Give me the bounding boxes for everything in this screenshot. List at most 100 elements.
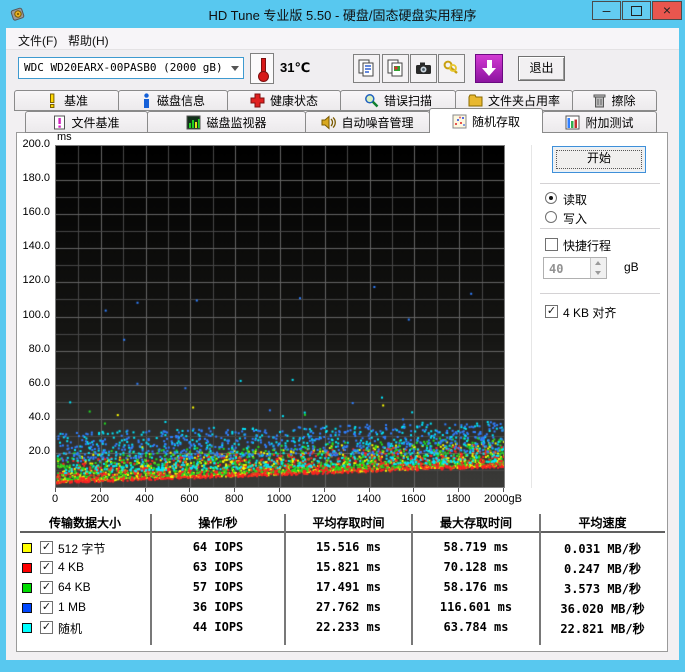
tab-health[interactable]: 健康状态	[227, 90, 341, 111]
file-benchmark-icon	[54, 115, 66, 129]
tab-label: 随机存取	[471, 114, 520, 129]
col-avg-access: 平均存取时间	[312, 516, 385, 530]
random-access-icon	[452, 114, 467, 128]
disk-info-icon	[143, 93, 149, 108]
avg-access-value: 15.821 ms	[315, 560, 382, 574]
exit-button[interactable]: 退出	[518, 56, 565, 81]
iops-value: 36 IOPS	[192, 600, 244, 614]
tab-label: 附加测试	[585, 115, 634, 130]
avg-speed-value: 0.031 MB/秒	[563, 542, 642, 556]
focus-outline	[556, 150, 642, 169]
tab-label: 文件基准	[71, 115, 120, 130]
avg-access-value: 27.762 ms	[315, 600, 382, 614]
series-label: 随机	[58, 622, 83, 636]
minimize-button[interactable]: –	[592, 1, 621, 20]
iops-value: 64 IOPS	[192, 540, 244, 554]
tab-label: 擦除	[611, 94, 636, 108]
tab-label: 磁盘信息	[156, 94, 205, 108]
app-window: HD Tune 专业版 5.50 - 硬盘/固态硬盘实用程序 – × 文件(F)…	[0, 0, 685, 672]
series-label: 512 字节	[58, 542, 106, 556]
max-access-value: 70.128 ms	[443, 560, 509, 574]
max-access-value: 58.719 ms	[443, 540, 509, 554]
tab-erase[interactable]: 擦除	[572, 90, 657, 111]
col-iops: 操作/秒	[198, 516, 238, 530]
minimize-icon: –	[602, 2, 611, 18]
series-checkbox[interactable]: ✓	[40, 541, 53, 554]
menu-help[interactable]: 帮助(H)	[64, 31, 113, 50]
iops-value: 57 IOPS	[192, 580, 244, 594]
tab-label: 自动噪音管理	[341, 115, 414, 130]
iops-value: 44 IOPS	[192, 620, 244, 634]
avg-access-value: 22.233 ms	[315, 620, 382, 634]
short-stroke-checkbox[interactable]	[545, 238, 558, 251]
short-stroke-label: 快捷行程	[563, 239, 612, 253]
align-4kb-checkbox[interactable]: ✓	[545, 305, 558, 318]
write-radio-label: 写入	[563, 212, 588, 226]
screenshot-button[interactable]	[410, 54, 437, 83]
close-button[interactable]: ×	[652, 1, 682, 20]
series-checkbox[interactable]: ✓	[40, 581, 53, 594]
series-label: 64 KB	[58, 580, 91, 594]
col-transfer-size: 传输数据大小	[48, 516, 121, 530]
arrow-up-icon	[595, 261, 601, 265]
avg-speed-value: 3.573 MB/秒	[563, 582, 642, 596]
tab-auto-acoustic[interactable]: 自动噪音管理	[305, 111, 430, 133]
maximize-button[interactable]	[622, 1, 651, 20]
copy-text-button[interactable]	[353, 54, 380, 83]
extra-tests-icon	[565, 115, 580, 129]
checkmark-icon: ✓	[546, 305, 557, 317]
camera-icon	[416, 62, 431, 74]
avg-access-value: 17.491 ms	[315, 580, 382, 594]
benchmark-icon	[49, 93, 55, 108]
col-avg-speed: 平均速度	[578, 516, 627, 530]
series-checkbox[interactable]: ✓	[40, 621, 53, 634]
close-icon: ×	[662, 2, 672, 18]
tab-random-access[interactable]: 随机存取	[429, 108, 543, 133]
series-color-swatch	[22, 603, 32, 613]
separator	[540, 293, 660, 294]
tab-benchmark[interactable]: 基准	[14, 90, 119, 111]
tab-label: 健康状态	[269, 94, 318, 108]
register-button[interactable]	[438, 54, 465, 83]
header-underline	[20, 531, 665, 533]
short-stroke-value: 40	[549, 262, 564, 276]
separator	[540, 183, 660, 184]
tab-extra-tests[interactable]: 附加测试	[542, 111, 657, 133]
error-scan-icon	[365, 94, 379, 108]
tab-label: 错误扫描	[383, 94, 432, 108]
tab-disk-info[interactable]: 磁盘信息	[118, 90, 228, 111]
series-color-swatch	[22, 563, 32, 573]
spin-down-button[interactable]	[591, 268, 606, 278]
series-color-swatch	[22, 623, 32, 633]
avg-access-value: 15.516 ms	[315, 540, 382, 554]
separator	[540, 228, 660, 229]
temperature-button[interactable]	[250, 53, 274, 84]
title-bar: HD Tune 专业版 5.50 - 硬盘/固态硬盘实用程序 – ×	[0, 0, 685, 28]
update-download-button[interactable]	[475, 54, 503, 83]
read-radio-label: 读取	[563, 193, 588, 207]
copy-image-button[interactable]	[382, 54, 409, 83]
drive-select[interactable]: WDC WD20EARX-00PASB0 (2000 gB)	[18, 57, 244, 79]
scatter-canvas	[56, 146, 504, 487]
tab-file-benchmark[interactable]: 文件基准	[25, 111, 148, 133]
erase-trash-icon	[593, 94, 606, 108]
series-checkbox[interactable]: ✓	[40, 601, 53, 614]
drive-select-value: WDC WD20EARX-00PASB0 (2000 gB)	[24, 61, 223, 74]
menu-file[interactable]: 文件(F)	[14, 31, 61, 50]
series-label: 4 KB	[58, 560, 85, 574]
series-checkbox[interactable]: ✓	[40, 561, 53, 574]
chart-controls-divider	[531, 145, 532, 488]
short-stroke-size-input[interactable]: 40	[543, 257, 607, 279]
series-color-swatch	[22, 583, 32, 593]
read-radio[interactable]	[545, 192, 557, 204]
copy-text-icon	[358, 59, 374, 77]
scatter-plot	[55, 145, 505, 488]
max-access-value: 58.176 ms	[443, 580, 509, 594]
avg-speed-value: 36.020 MB/秒	[560, 602, 645, 616]
avg-speed-value: 22.821 MB/秒	[560, 622, 645, 636]
tab-disk-monitor[interactable]: 磁盘监视器	[147, 111, 306, 133]
start-button[interactable]: 开始	[552, 146, 646, 173]
keys-icon	[443, 60, 458, 74]
write-radio[interactable]	[545, 211, 557, 223]
copy-image-icon	[387, 59, 403, 77]
